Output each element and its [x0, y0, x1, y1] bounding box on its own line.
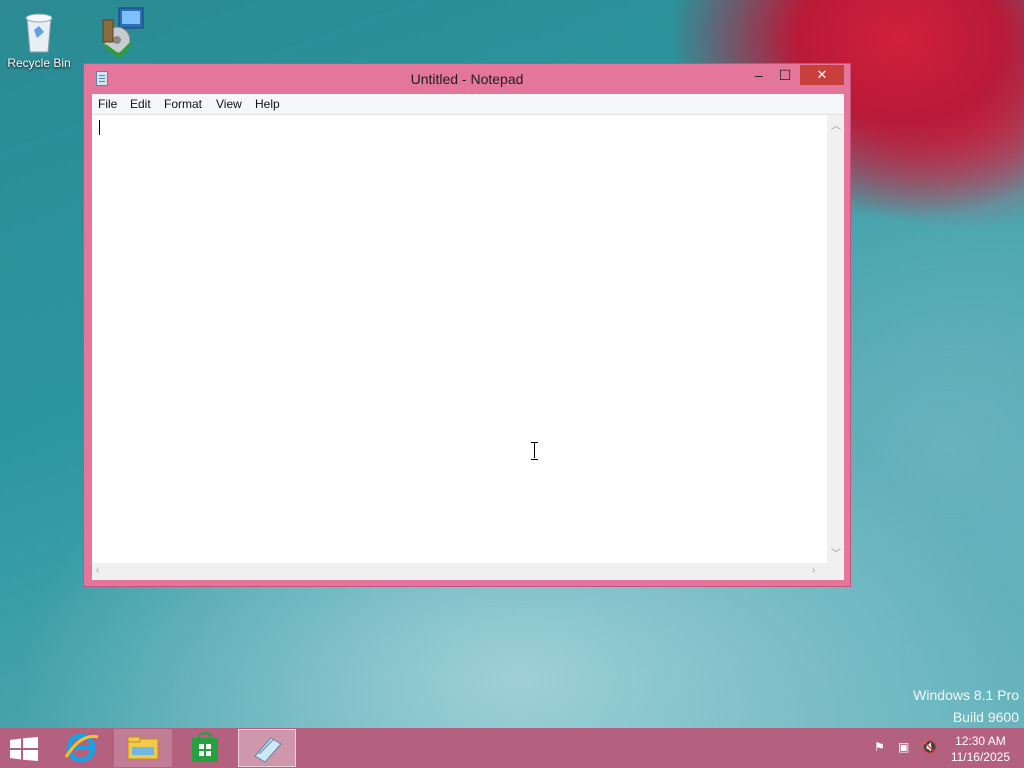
setup-program-icon	[97, 6, 144, 59]
menu-view[interactable]: View	[216, 97, 242, 111]
action-center-flag-icon[interactable]: ⚑	[874, 740, 885, 754]
volume-muted-icon[interactable]: 🔇	[922, 740, 937, 754]
file-explorer-icon	[127, 736, 159, 760]
network-icon[interactable]: ▣	[898, 740, 909, 754]
text-editor-area[interactable]	[92, 115, 844, 580]
watermark-build: Build 9600	[952, 709, 1019, 725]
taskbar-internet-explorer[interactable]	[52, 729, 110, 767]
setup-desktop-icon[interactable]	[82, 6, 152, 59]
title-bar[interactable]: Untitled - Notepad – ☐ ✕	[84, 64, 850, 94]
taskbar-notepad[interactable]	[238, 729, 296, 767]
watermark-edition: Windows 8.1 Pro	[913, 687, 1019, 703]
minimize-button[interactable]: –	[746, 65, 772, 85]
recycle-bin-icon	[19, 6, 59, 54]
store-icon	[192, 731, 218, 762]
notepad-window[interactable]: Untitled - Notepad – ☐ ✕ File Edit Forma…	[83, 63, 851, 587]
recycle-bin-desktop-icon[interactable]: Recycle Bin	[4, 6, 74, 70]
taskbar: ⚑ ▣ 🔇 12:30 AM 11/16/2025	[0, 728, 1024, 768]
menu-file[interactable]: File	[98, 97, 117, 111]
menu-help[interactable]: Help	[255, 97, 280, 111]
windows-logo-icon	[10, 737, 38, 761]
menu-format[interactable]: Format	[164, 97, 202, 111]
window-title: Untitled - Notepad	[410, 71, 524, 87]
close-button[interactable]: ✕	[800, 65, 844, 85]
maximize-button[interactable]: ☐	[772, 65, 798, 85]
taskbar-store[interactable]	[176, 729, 234, 767]
menu-bar: File Edit Format View Help	[92, 94, 844, 115]
clock-date: 11/16/2025	[950, 750, 1010, 764]
menu-edit[interactable]: Edit	[130, 97, 151, 111]
system-clock[interactable]: 12:30 AM 11/16/2025	[951, 733, 1010, 765]
recycle-bin-label: Recycle Bin	[7, 56, 71, 70]
start-button[interactable]	[10, 737, 38, 761]
taskbar-file-explorer[interactable]	[114, 729, 172, 767]
clock-time: 12:30 AM	[955, 734, 1006, 748]
internet-explorer-icon	[64, 733, 99, 763]
windows-watermark: Windows 8.1 Pro Build 9600	[913, 684, 1019, 728]
notepad-icon	[254, 737, 282, 763]
